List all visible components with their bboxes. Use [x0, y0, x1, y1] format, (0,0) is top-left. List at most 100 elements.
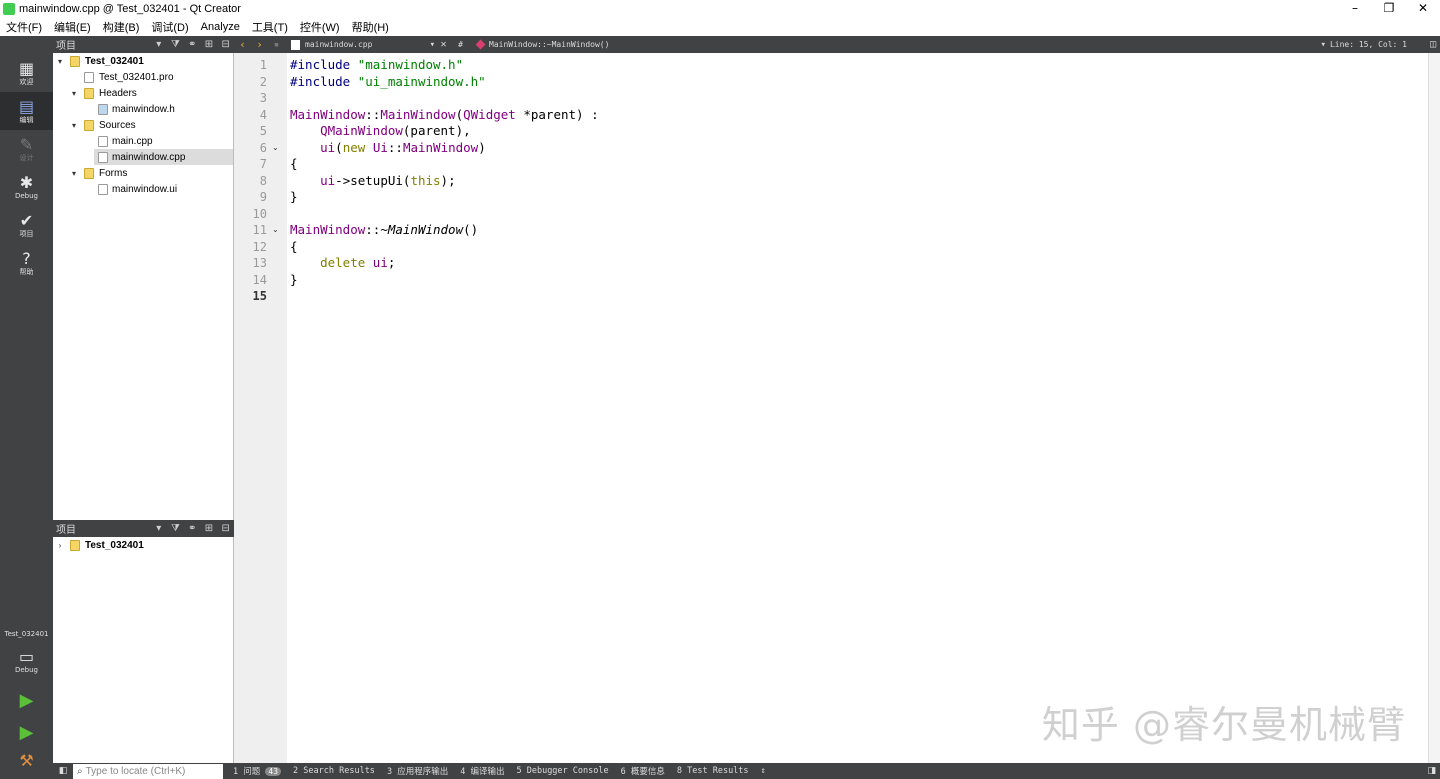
qt-creator-app-icon — [3, 2, 15, 15]
chevron-down-icon[interactable]: ▾ — [69, 121, 79, 130]
vertical-scrollbar[interactable] — [1428, 53, 1440, 763]
cursor-position-label: Line: 15, Col: 1 — [1329, 39, 1407, 49]
link-icon[interactable]: ⚭ — [184, 39, 201, 50]
tab-debugger-console[interactable]: 5 Debugger Console — [510, 766, 614, 776]
tree-row-mainwindow-cpp[interactable]: mainwindow.cpp — [94, 149, 233, 165]
filter-icon[interactable]: ⧩ — [167, 523, 184, 534]
minimize-button[interactable]: – — [1338, 0, 1372, 17]
close-window-button[interactable]: ✕ — [1406, 0, 1440, 17]
fold-marker-icon[interactable]: ⌄ — [272, 140, 279, 157]
chevron-down-icon[interactable]: ▾ — [69, 89, 79, 98]
code-line-9: } — [290, 189, 298, 204]
build-button[interactable]: ⚒ — [0, 744, 53, 778]
code-line-14: } — [290, 271, 298, 287]
tree-row-mainwindow-h[interactable]: mainwindow.h — [53, 101, 233, 117]
tab-search-results[interactable]: 2 Search Results — [287, 766, 381, 776]
cursor-position[interactable]: ▾ Line: 15, Col: 1 — [1321, 40, 1407, 50]
tree-row-project[interactable]: ▾ Test_032401 — [53, 53, 233, 69]
view-combo[interactable]: 项目 — [56, 521, 150, 536]
ui-file-icon — [98, 183, 108, 195]
tab-issues[interactable]: 1 问题 43 — [227, 765, 287, 777]
title-bar: mainwindow.cpp @ Test_032401 - Qt Creato… — [0, 0, 1440, 17]
mode-help[interactable]: ? 帮助 — [0, 244, 53, 282]
document-combo[interactable]: mainwindow.cpp ▾ — [285, 39, 435, 50]
edit-doc-icon: ▤ — [18, 96, 35, 116]
menu-debug[interactable]: 调试(D) — [145, 19, 194, 35]
mode-edit-label: 编辑 — [19, 115, 34, 124]
mode-debug-label: Debug — [14, 191, 39, 200]
mode-projects-label: 项目 — [19, 229, 34, 238]
tree-row-main-cpp[interactable]: main.cpp — [53, 133, 233, 149]
line-number: 7 — [259, 157, 267, 171]
tree-row-mainwindow-ui[interactable]: mainwindow.ui — [53, 181, 233, 197]
menu-tools[interactable]: 工具(T) — [246, 19, 294, 35]
tab-compile-output[interactable]: 4 编译输出 — [454, 765, 510, 777]
chevron-down-icon[interactable]: ▾ — [55, 57, 65, 66]
toggle-right-sidebar-icon[interactable]: ◨ — [1427, 766, 1436, 776]
mode-welcome[interactable]: ▦ 欢迎 — [0, 54, 53, 92]
menu-analyze[interactable]: Analyze — [195, 21, 246, 33]
symbol-combo[interactable]: MainWindow::~MainWindow() — [475, 39, 609, 50]
mode-edit[interactable]: ▤ 编辑 — [0, 92, 53, 130]
close-document-icon[interactable]: ✕ — [435, 39, 452, 50]
back-arrow-icon[interactable]: ‹ — [234, 38, 251, 51]
project-tree: ▾ Test_032401 Test_032401.pro ▾ Headers … — [53, 53, 234, 520]
tree-row-project[interactable]: › Test_032401 — [53, 537, 233, 553]
combo-arrow-icon[interactable]: ▾ — [150, 39, 167, 50]
menu-file[interactable]: 文件(F) — [0, 19, 48, 35]
split-editor-icon[interactable]: ◫ — [1430, 39, 1436, 50]
tab-label: 应用程序输出 — [397, 767, 449, 777]
restore-button[interactable]: ❐ — [1372, 0, 1406, 17]
tab-test-results[interactable]: 8 Test Results — [671, 766, 755, 776]
mode-welcome-label: 欢迎 — [19, 77, 34, 86]
forward-arrow-icon[interactable]: › — [251, 38, 268, 51]
line-number: 1 — [259, 58, 267, 72]
tree-label: Test_032401 — [85, 539, 144, 551]
tree-row-sources[interactable]: ▾ Sources — [53, 117, 233, 133]
toggle-sidebar-icon[interactable]: ◧ — [53, 766, 73, 776]
code-line-7: { — [290, 156, 298, 171]
code-line-11: MainWindow::~MainWindow() — [290, 222, 479, 237]
project-view-combo[interactable]: 项目 — [56, 37, 150, 52]
combo-arrow-icon[interactable]: ▾ — [150, 523, 167, 534]
more-tabs-icon[interactable]: ⇕ — [755, 766, 772, 776]
hash-label: # — [458, 40, 463, 49]
project-panel-toolbar: 项目 ▾ ⧩ ⚭ ⊞ ⊟ — [53, 36, 234, 53]
window-title: mainwindow.cpp @ Test_032401 - Qt Creato… — [19, 2, 241, 15]
issue-count-badge: 43 — [265, 767, 282, 776]
chevron-down-icon[interactable]: ▾ — [69, 169, 79, 178]
tree-row-pro-file[interactable]: Test_032401.pro — [53, 69, 233, 85]
run-button[interactable]: ▶ — [0, 684, 53, 718]
tab-application-output[interactable]: 3 应用程序输出 — [381, 765, 454, 777]
mode-design[interactable]: ✎ 设计 — [0, 130, 53, 168]
menu-build[interactable]: 构建(B) — [97, 19, 146, 35]
line-number: 2 — [259, 74, 267, 89]
mode-projects[interactable]: ✔ 项目 — [0, 206, 53, 244]
mode-design-label: 设计 — [19, 153, 34, 162]
kit-selector[interactable]: ▭ Debug — [0, 642, 53, 680]
fold-marker-icon[interactable]: ⌄ — [272, 222, 279, 239]
tab-general-messages[interactable]: 6 概要信息 — [615, 765, 671, 777]
tree-row-headers[interactable]: ▾ Headers — [53, 85, 233, 101]
split-icon[interactable]: ⊞ — [201, 523, 218, 534]
link-icon[interactable]: ⚭ — [184, 523, 201, 534]
mode-debug[interactable]: ✱ Debug — [0, 168, 53, 206]
wrench-icon: ✔ — [19, 210, 34, 230]
chevron-right-icon[interactable]: › — [55, 541, 65, 550]
folder-icon — [84, 119, 94, 131]
header-file-icon — [98, 103, 108, 115]
filter-icon[interactable]: ⧩ — [167, 39, 184, 50]
line-number: 9 — [259, 190, 267, 204]
menu-edit[interactable]: 编辑(E) — [48, 19, 97, 35]
code-line-12: { — [290, 238, 298, 254]
menu-widgets[interactable]: 控件(W) — [294, 19, 346, 35]
close-pane-icon[interactable]: ⊟ — [217, 523, 234, 534]
tree-row-forms[interactable]: ▾ Forms — [53, 165, 233, 181]
code-editor[interactable]: #include "mainwindow.h" #include "ui_mai… — [287, 53, 1428, 763]
locator-input[interactable]: ⌕ Type to locate (Ctrl+K) — [73, 763, 223, 779]
split-icon[interactable]: ⊞ — [201, 39, 218, 50]
project-folder-icon — [70, 55, 80, 67]
monitor-icon: ▭ — [18, 646, 35, 666]
menu-help[interactable]: 帮助(H) — [346, 19, 395, 35]
close-pane-icon[interactable]: ⊟ — [217, 39, 234, 50]
